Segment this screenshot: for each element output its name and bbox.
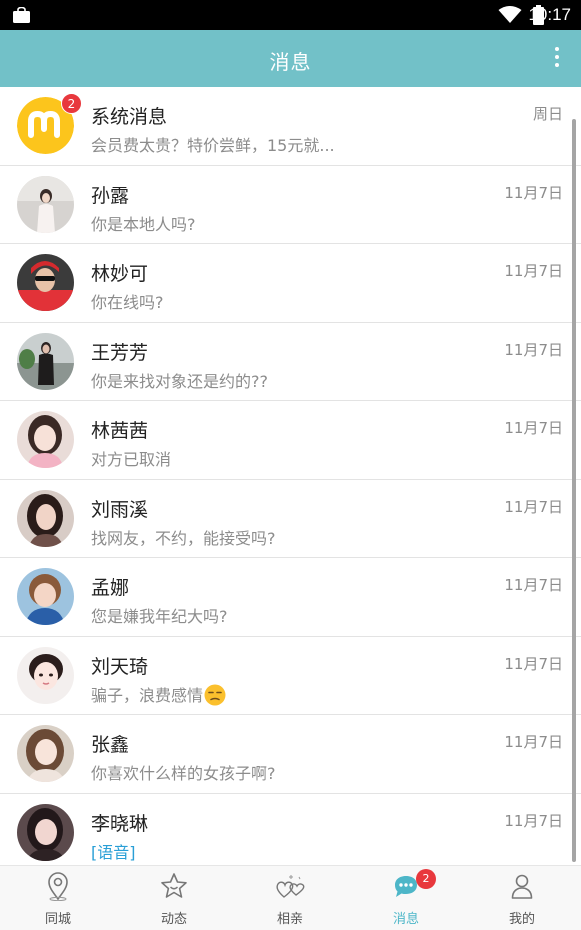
message-date: 周日 [532,105,563,123]
message-preview: 你喜欢什么样的女孩子啊? [91,764,276,783]
tab-moments[interactable]: 动态 [116,866,232,930]
avatar [17,489,74,547]
message-preview: 找网友，不约，能接受吗? [91,528,276,548]
avatar [17,803,74,861]
contact-name: 系统消息 [91,106,168,128]
tab-label: 我的 [508,912,535,927]
message-preview: 你是来找对象还是约的?? [91,371,268,391]
star-icon [161,873,187,898]
wifi-icon [498,6,522,23]
message-row[interactable]: 林茜茜 对方已取消 11月7日 [0,401,581,480]
shopping-bag-icon [13,7,30,23]
contact-name: 王芳芳 [91,341,149,364]
tab-label: 同城 [44,912,71,927]
avatar [17,411,74,468]
avatar [17,332,74,390]
contact-name: 张鑫 [91,734,130,756]
avatar [17,646,74,704]
message-preview: 会员费太贵？特价尝鲜，15元就... [91,136,335,155]
location-pin-icon [48,872,68,901]
message-date: 11月7日 [504,183,563,202]
avatar [17,254,74,311]
message-date: 11月7日 [504,340,563,359]
contact-name: 李晓琳 [91,812,149,835]
message-row[interactable]: 王芳芳 你是来找对象还是约的?? 11月7日 [0,322,581,401]
message-date: 11月7日 [504,576,563,594]
person-icon [511,874,533,899]
message-date: 11月7日 [504,419,563,437]
message-preview: 你是本地人吗? [91,214,196,234]
voice-message-preview: [语音] [91,842,136,862]
message-row-system[interactable]: 2 系统消息 会员费太贵？特价尝鲜，15元就... 周日 [0,87,581,166]
message-preview: 骗子，浪费感情 [91,682,226,706]
message-row[interactable]: 张鑫 你喜欢什么样的女孩子啊? 11月7日 [0,715,581,794]
tab-messages[interactable]: 2 消息 [348,866,464,930]
scrollbar[interactable] [572,119,576,862]
message-row[interactable]: 刘天琦 骗子，浪费感情 11月7日 [0,636,581,715]
message-row[interactable]: 孙露 你是本地人吗? 11月7日 [0,165,581,244]
avatar [17,568,74,625]
message-date: 11月7日 [504,654,563,673]
status-bar: 10:17 [0,0,581,30]
tab-label: 相亲 [276,912,303,927]
message-row[interactable]: 孟娜 您是嫌我年纪大吗? 11月7日 [0,558,581,637]
app-bar: 消息 [0,30,581,87]
message-preview: 你在线吗? [91,293,164,312]
contact-name: 孟娜 [91,577,130,599]
contact-name: 刘雨溪 [91,498,149,521]
tab-profile[interactable]: 我的 [464,866,580,930]
clock: 10:17 [528,5,571,24]
message-preview: 您是嫌我年纪大吗? [91,607,228,626]
contact-name: 林茜茜 [91,420,149,442]
message-date: 11月7日 [504,497,563,516]
avatar [17,175,74,233]
more-options-icon[interactable] [547,44,567,72]
message-date: 11月7日 [504,811,563,830]
contact-name: 林妙可 [91,263,149,285]
avatar [17,725,74,782]
message-date: 11月7日 [504,733,563,751]
bottom-tab-bar: 同城 动态 相亲 2 消息 我的 [0,865,581,930]
tab-matchmaking[interactable]: 相亲 [232,866,348,930]
tab-label: 动态 [160,912,187,927]
message-row[interactable]: 刘雨溪 找网友，不约，能接受吗? 11月7日 [0,479,581,558]
tab-nearby[interactable]: 同城 [0,866,116,930]
page-title: 消息 [269,50,312,74]
tab-label: 消息 [392,912,419,927]
message-date: 11月7日 [504,262,563,280]
unread-badge: 2 [416,869,436,889]
unread-badge: 2 [61,93,82,114]
contact-name: 孙露 [91,184,130,207]
contact-name: 刘天琦 [91,655,149,678]
unamused-face-emoji-icon [204,684,226,705]
hearts-icon [276,875,305,898]
message-preview: 对方已取消 [91,450,172,469]
message-row[interactable]: 林妙可 你在线吗? 11月7日 [0,244,581,323]
message-row[interactable]: 李晓琳 [语音] 11月7日 [0,793,581,865]
message-list: 2 系统消息 会员费太贵？特价尝鲜，15元就... 周日 孙露 你是本地人吗? … [0,87,581,865]
